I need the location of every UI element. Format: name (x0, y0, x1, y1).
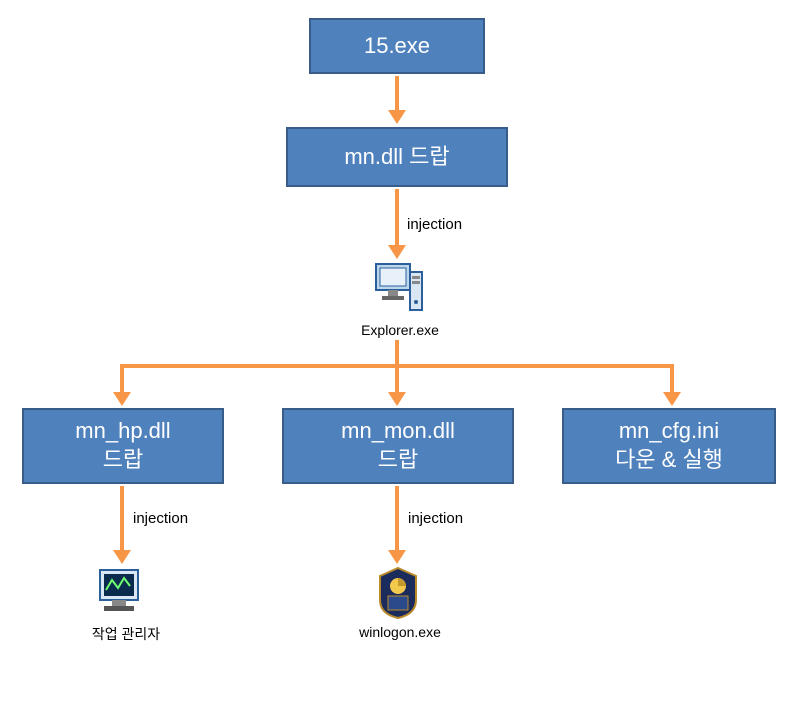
explorer-label: Explorer.exe (360, 322, 440, 338)
node-mn-hp-dll: mn_hp.dll 드랍 (22, 408, 224, 484)
arrow (120, 486, 124, 552)
node-label: mn_cfg.ini 다운 & 실행 (615, 417, 723, 474)
arrowhead-down-icon (388, 392, 406, 406)
winlogon-icon (376, 566, 420, 625)
arrow (395, 189, 399, 247)
arrowhead-down-icon (113, 550, 131, 564)
connector (395, 364, 399, 394)
arrowhead-down-icon (113, 392, 131, 406)
node-label: mn.dll 드랍 (344, 143, 449, 172)
node-label: mn_hp.dll 드랍 (75, 417, 170, 474)
winlogon-label: winlogon.exe (352, 624, 448, 640)
node-label: 15.exe (364, 32, 430, 61)
arrow (395, 486, 399, 552)
edge-label-injection: injection (133, 510, 188, 527)
node-mn-dll: mn.dll 드랍 (286, 127, 508, 187)
edge-label-injection: injection (408, 510, 463, 527)
connector (120, 364, 124, 394)
connector (670, 364, 674, 394)
node-label: mn_mon.dll 드랍 (341, 417, 455, 474)
connector (395, 340, 399, 366)
edge-label-injection: injection (407, 216, 462, 233)
arrowhead-down-icon (663, 392, 681, 406)
node-mn-mon-dll: mn_mon.dll 드랍 (282, 408, 514, 484)
arrowhead-down-icon (388, 110, 406, 124)
taskmgr-label: 작업 관리자 (84, 624, 168, 644)
arrow (395, 76, 399, 112)
arrowhead-down-icon (388, 245, 406, 259)
taskmgr-icon (96, 566, 148, 623)
arrowhead-down-icon (388, 550, 406, 564)
explorer-icon (370, 260, 424, 325)
node-mn-cfg-ini: mn_cfg.ini 다운 & 실행 (562, 408, 776, 484)
node-15-exe: 15.exe (309, 18, 485, 74)
